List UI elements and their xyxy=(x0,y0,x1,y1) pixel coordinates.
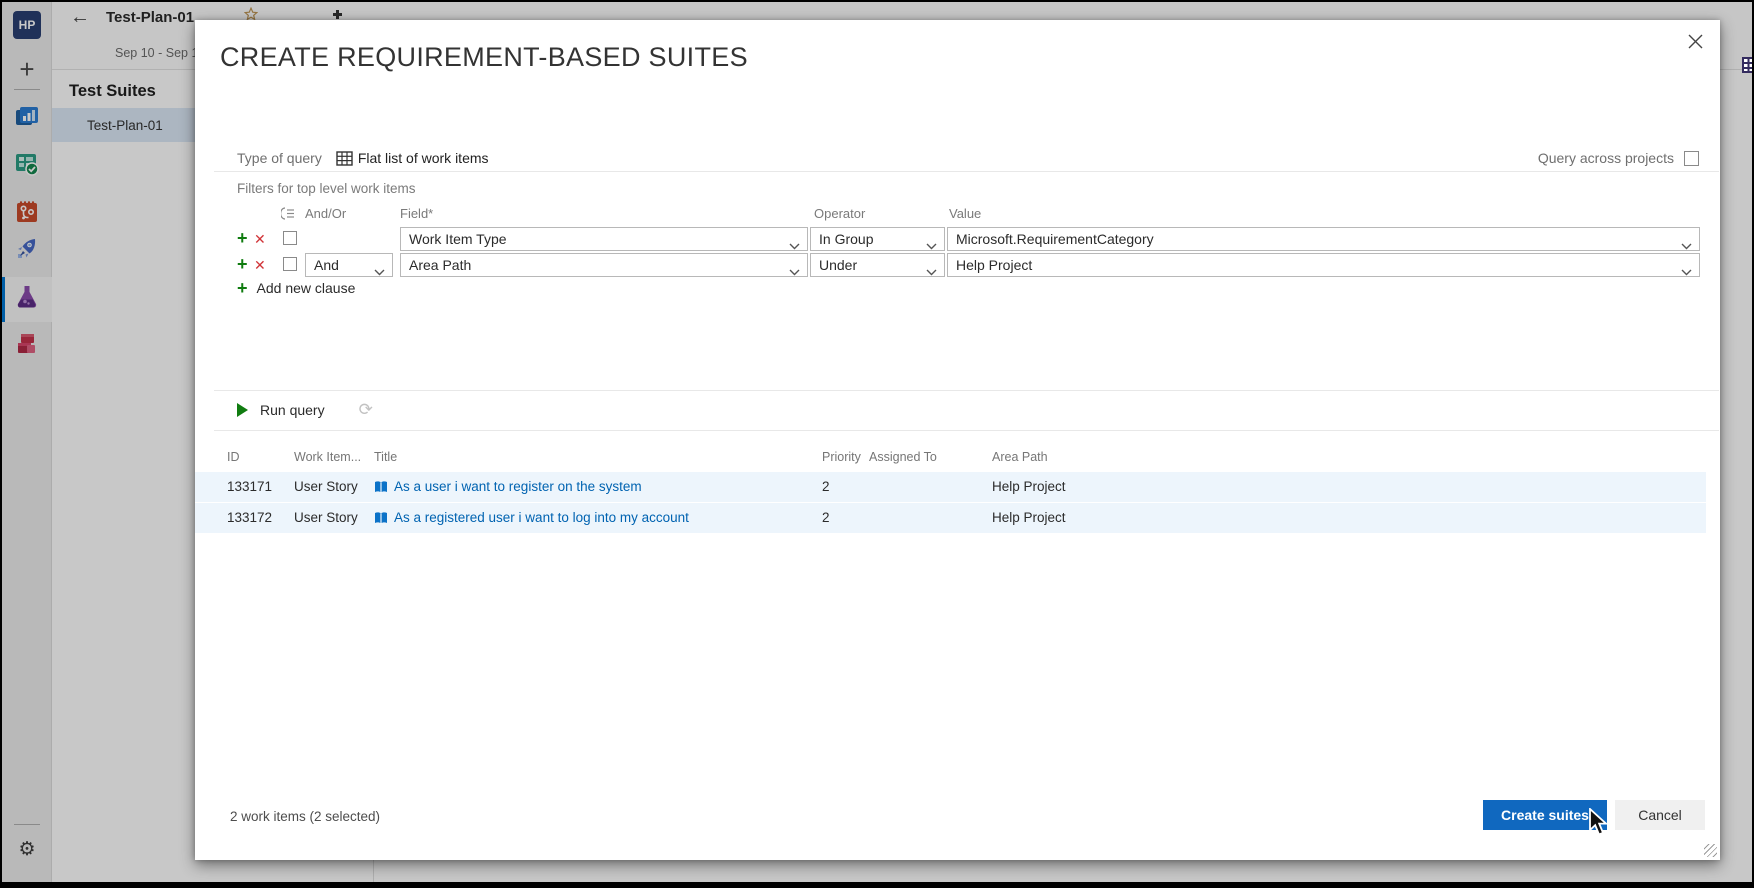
run-query-button[interactable]: Run query xyxy=(260,402,325,418)
chevron-down-icon xyxy=(1681,237,1692,253)
col-assigned-to[interactable]: Assigned To xyxy=(869,450,937,464)
clause-group-icon xyxy=(281,207,295,223)
table-row[interactable]: 133172 User Story As a registered user i… xyxy=(195,503,1706,533)
col-title[interactable]: Title xyxy=(374,450,397,464)
clause-checkbox[interactable] xyxy=(283,231,297,245)
add-clause-label: Add new clause xyxy=(257,280,356,296)
flat-list-icon xyxy=(336,151,353,166)
operator-dropdown[interactable]: Under xyxy=(810,253,945,277)
chevron-down-icon xyxy=(1681,263,1692,279)
value-value: Help Project xyxy=(956,257,1032,273)
remove-clause-icon[interactable]: ✕ xyxy=(254,256,266,274)
clause-checkbox[interactable] xyxy=(283,257,297,271)
field-value: Area Path xyxy=(409,257,471,273)
work-item-link[interactable]: As a user i want to register on the syst… xyxy=(394,479,642,494)
field-dropdown[interactable]: Area Path xyxy=(400,253,808,277)
query-type-value[interactable]: Flat list of work items xyxy=(358,150,489,166)
remove-clause-icon[interactable]: ✕ xyxy=(254,230,266,248)
chevron-down-icon xyxy=(789,237,800,253)
play-icon xyxy=(237,403,248,417)
cell-type: User Story xyxy=(294,510,358,525)
insert-clause-icon[interactable]: + xyxy=(237,228,248,248)
operator-value: In Group xyxy=(819,231,873,247)
dialog-title: CREATE REQUIREMENT-BASED SUITES xyxy=(220,42,748,73)
plus-icon: + xyxy=(237,278,248,299)
separator xyxy=(214,430,1719,431)
col-area-path[interactable]: Area Path xyxy=(992,450,1048,464)
cell-priority: 2 xyxy=(822,479,830,494)
cell-type: User Story xyxy=(294,479,358,494)
col-field: Field* xyxy=(400,206,433,221)
create-requirement-suites-dialog: CREATE REQUIREMENT-BASED SUITES Type of … xyxy=(195,20,1720,860)
table-row[interactable]: 133171 User Story As a user i want to re… xyxy=(195,472,1706,502)
chevron-down-icon xyxy=(789,263,800,279)
user-story-icon xyxy=(374,511,388,528)
query-across-label: Query across projects xyxy=(1538,150,1674,166)
query-type-label: Type of query xyxy=(237,150,322,166)
operator-dropdown[interactable]: In Group xyxy=(810,227,945,251)
field-value: Work Item Type xyxy=(409,231,507,247)
add-new-clause-button[interactable]: + Add new clause xyxy=(237,278,355,298)
query-across-checkbox[interactable] xyxy=(1684,151,1699,166)
cell-area-path: Help Project xyxy=(992,479,1066,494)
field-dropdown[interactable]: Work Item Type xyxy=(400,227,808,251)
resize-grip[interactable] xyxy=(1704,844,1717,857)
refresh-icon[interactable]: ⟳ xyxy=(359,400,373,420)
selection-summary: 2 work items (2 selected) xyxy=(230,809,380,824)
col-value: Value xyxy=(949,206,981,221)
cell-id: 133171 xyxy=(227,479,272,494)
insert-clause-icon[interactable]: + xyxy=(237,254,248,274)
value-dropdown[interactable]: Microsoft.RequirementCategory xyxy=(947,227,1700,251)
separator xyxy=(214,171,1719,172)
user-story-icon xyxy=(374,480,388,497)
andor-value: And xyxy=(314,257,339,273)
query-type-row: Type of query Flat list of work items xyxy=(237,148,489,168)
cancel-button[interactable]: Cancel xyxy=(1615,800,1705,830)
operator-value: Under xyxy=(819,257,857,273)
filters-label: Filters for top level work items xyxy=(237,181,416,196)
col-andor: And/Or xyxy=(305,206,346,221)
col-operator: Operator xyxy=(814,206,865,221)
cell-area-path: Help Project xyxy=(992,510,1066,525)
chevron-down-icon xyxy=(374,263,385,279)
cell-priority: 2 xyxy=(822,510,830,525)
col-id[interactable]: ID xyxy=(227,450,240,464)
close-icon[interactable] xyxy=(1682,28,1708,54)
mouse-cursor xyxy=(1586,808,1612,843)
cell-id: 133172 xyxy=(227,510,272,525)
value-value: Microsoft.RequirementCategory xyxy=(956,231,1154,247)
value-dropdown[interactable]: Help Project xyxy=(947,253,1700,277)
col-priority[interactable]: Priority xyxy=(822,450,861,464)
col-work-item-type[interactable]: Work Item... xyxy=(294,450,361,464)
query-across-projects: Query across projects xyxy=(1538,148,1699,168)
screenshot-frame: ← Test-Plan-01 Sep 10 - Sep 17 Test Suit… xyxy=(0,0,1754,888)
chevron-down-icon xyxy=(926,237,937,253)
edge-grid-icon[interactable] xyxy=(1742,57,1754,78)
work-item-link[interactable]: As a registered user i want to log into … xyxy=(394,510,689,525)
chevron-down-icon xyxy=(926,263,937,279)
separator xyxy=(214,390,1719,391)
run-query-row: Run query ⟳ xyxy=(237,398,373,422)
andor-dropdown[interactable]: And xyxy=(305,253,393,277)
